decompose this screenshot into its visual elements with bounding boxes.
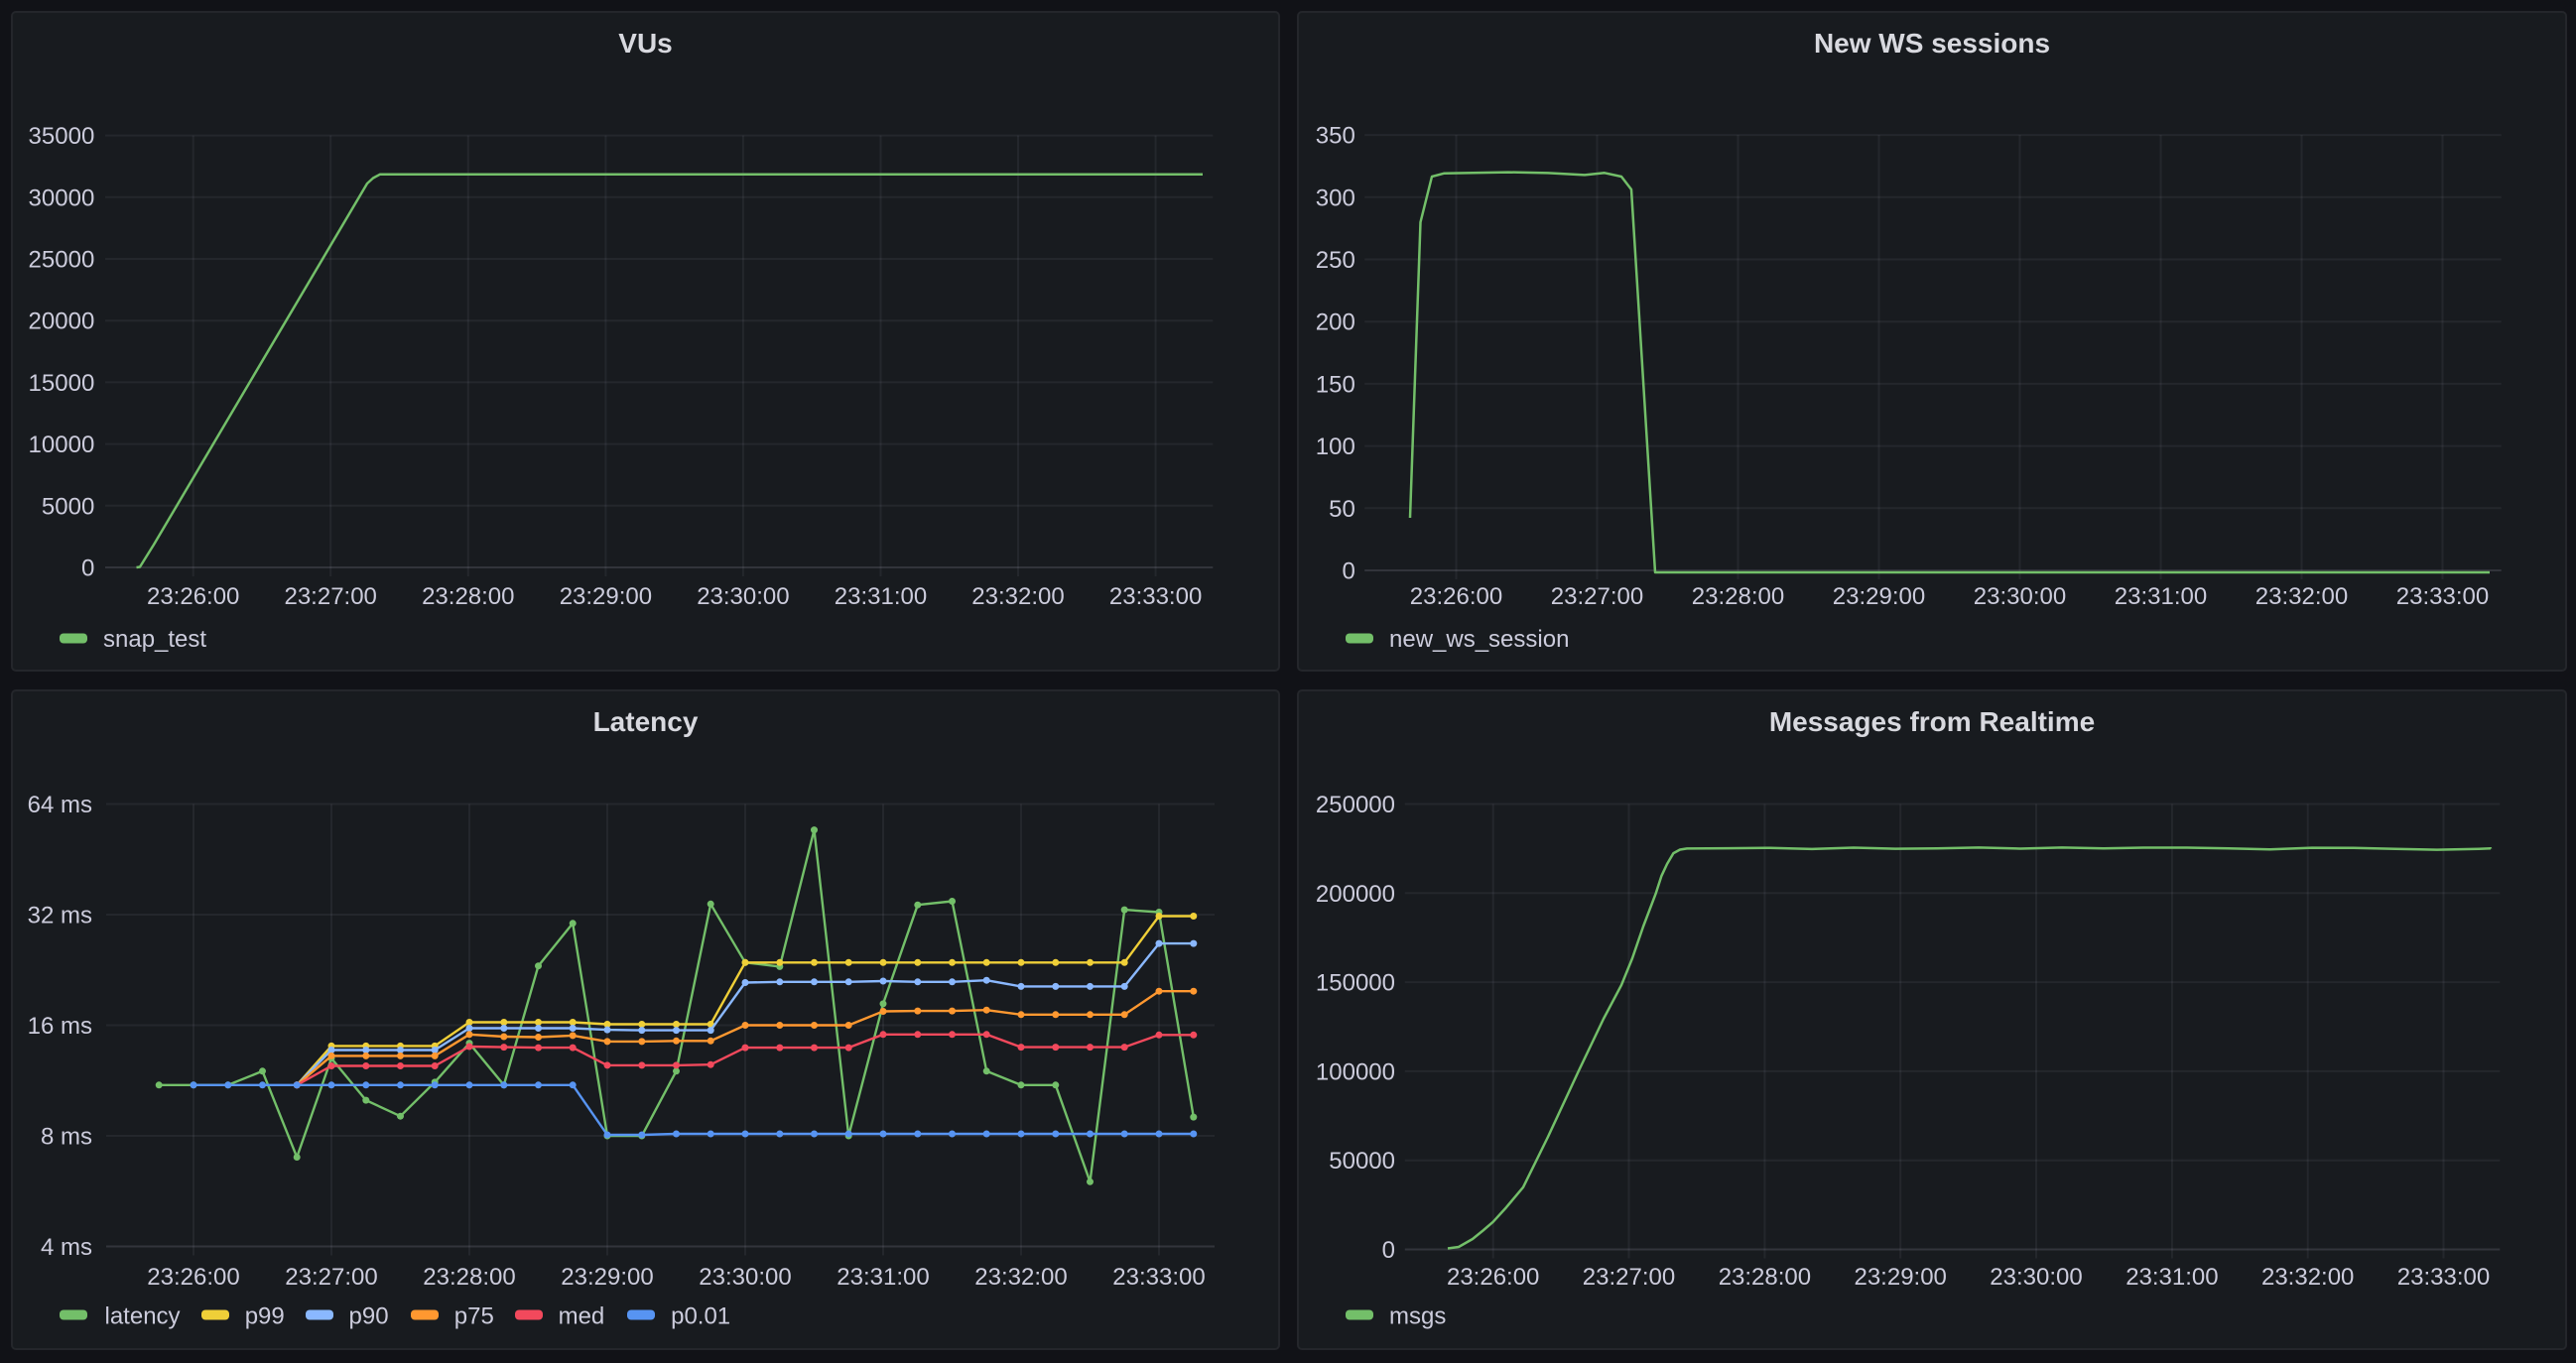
svg-text:23:30:00: 23:30:00 (697, 583, 789, 610)
svg-text:23:26:00: 23:26:00 (147, 583, 239, 610)
svg-text:Latency: Latency (593, 706, 699, 737)
svg-text:100: 100 (1316, 434, 1355, 460)
svg-text:23:30:00: 23:30:00 (1974, 583, 2066, 610)
svg-text:350: 350 (1316, 123, 1355, 150)
svg-text:50: 50 (1329, 496, 1355, 523)
svg-text:23:26:00: 23:26:00 (1410, 583, 1502, 610)
svg-text:23:31:00: 23:31:00 (837, 1264, 929, 1291)
svg-text:23:27:00: 23:27:00 (285, 1264, 377, 1291)
svg-text:35000: 35000 (29, 123, 95, 150)
svg-text:23:33:00: 23:33:00 (1112, 1264, 1205, 1291)
svg-text:0: 0 (81, 556, 94, 582)
svg-text:snap_test: snap_test (103, 626, 206, 653)
svg-text:32 ms: 32 ms (28, 903, 92, 929)
svg-text:150: 150 (1316, 371, 1355, 398)
svg-text:10000: 10000 (29, 432, 95, 458)
svg-text:5000: 5000 (42, 493, 94, 520)
svg-text:200: 200 (1316, 310, 1355, 336)
svg-text:23:31:00: 23:31:00 (2115, 583, 2207, 610)
svg-text:p0.01: p0.01 (671, 1303, 730, 1330)
svg-text:8 ms: 8 ms (41, 1124, 92, 1151)
svg-text:16 ms: 16 ms (28, 1013, 92, 1040)
svg-text:new_ws_session: new_ws_session (1389, 626, 1569, 653)
svg-text:23:28:00: 23:28:00 (1719, 1264, 1811, 1291)
svg-text:23:30:00: 23:30:00 (1990, 1264, 2082, 1291)
svg-text:25000: 25000 (29, 247, 95, 274)
svg-text:23:28:00: 23:28:00 (422, 583, 514, 610)
svg-text:Messages from Realtime: Messages from Realtime (1769, 706, 2095, 737)
svg-text:50000: 50000 (1329, 1148, 1395, 1175)
svg-text:4 ms: 4 ms (41, 1234, 92, 1261)
svg-text:64 ms: 64 ms (28, 792, 92, 818)
svg-text:p90: p90 (349, 1303, 389, 1330)
svg-text:23:32:00: 23:32:00 (2261, 1264, 2354, 1291)
svg-text:23:29:00: 23:29:00 (560, 583, 652, 610)
svg-text:23:32:00: 23:32:00 (971, 583, 1064, 610)
svg-text:23:32:00: 23:32:00 (2255, 583, 2348, 610)
svg-text:23:33:00: 23:33:00 (2397, 1264, 2490, 1291)
svg-text:23:29:00: 23:29:00 (561, 1264, 653, 1291)
svg-text:250000: 250000 (1316, 792, 1395, 818)
svg-text:p99: p99 (245, 1303, 285, 1330)
svg-text:30000: 30000 (29, 185, 95, 211)
svg-text:23:28:00: 23:28:00 (423, 1264, 515, 1291)
svg-text:latency: latency (105, 1303, 181, 1330)
svg-text:med: med (559, 1303, 605, 1330)
svg-text:23:32:00: 23:32:00 (974, 1264, 1067, 1291)
svg-text:23:27:00: 23:27:00 (1551, 583, 1643, 610)
svg-text:23:33:00: 23:33:00 (1109, 583, 1202, 610)
svg-text:150000: 150000 (1316, 970, 1395, 997)
svg-text:p75: p75 (454, 1303, 494, 1330)
svg-text:23:26:00: 23:26:00 (1447, 1264, 1539, 1291)
svg-text:23:27:00: 23:27:00 (284, 583, 376, 610)
svg-text:0: 0 (1382, 1237, 1395, 1264)
svg-text:300: 300 (1316, 185, 1355, 211)
svg-text:20000: 20000 (29, 309, 95, 335)
svg-text:msgs: msgs (1389, 1303, 1446, 1330)
svg-text:250: 250 (1316, 247, 1355, 274)
svg-text:23:29:00: 23:29:00 (1854, 1264, 1946, 1291)
svg-text:New WS sessions: New WS sessions (1814, 28, 2050, 59)
svg-text:0: 0 (1342, 558, 1354, 585)
svg-text:23:26:00: 23:26:00 (147, 1264, 239, 1291)
svg-text:23:28:00: 23:28:00 (1692, 583, 1784, 610)
svg-text:200000: 200000 (1316, 881, 1395, 908)
svg-text:23:30:00: 23:30:00 (699, 1264, 791, 1291)
svg-text:VUs: VUs (618, 28, 672, 59)
svg-text:23:27:00: 23:27:00 (1583, 1264, 1675, 1291)
svg-text:23:31:00: 23:31:00 (2125, 1264, 2218, 1291)
svg-text:100000: 100000 (1316, 1058, 1395, 1085)
svg-text:23:31:00: 23:31:00 (835, 583, 927, 610)
svg-text:23:33:00: 23:33:00 (2396, 583, 2489, 610)
svg-text:15000: 15000 (29, 370, 95, 397)
svg-text:23:29:00: 23:29:00 (1833, 583, 1925, 610)
